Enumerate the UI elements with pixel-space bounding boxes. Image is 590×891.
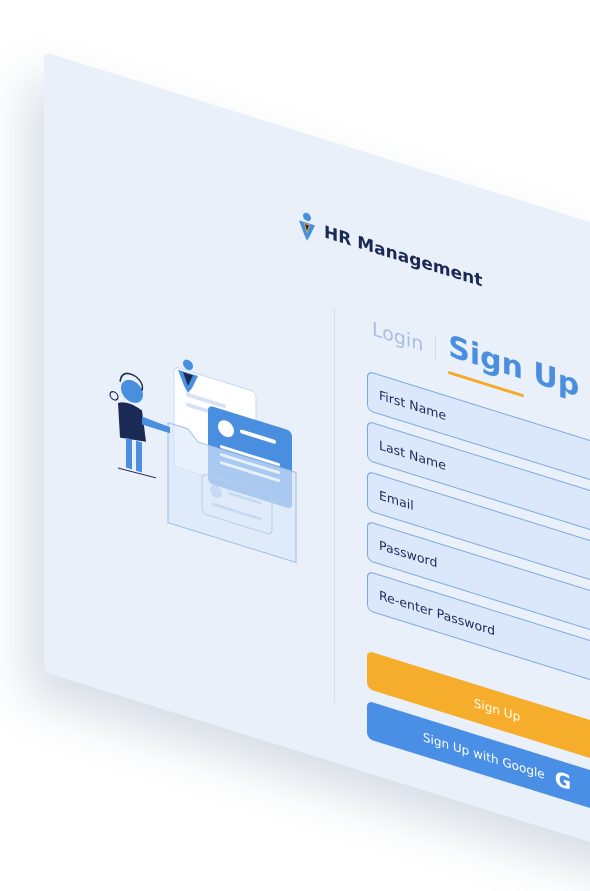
signup-card: HR Management Login Sign Up First Name L… <box>44 52 590 866</box>
tab-login[interactable]: Login <box>372 316 437 363</box>
vertical-divider <box>334 307 335 703</box>
hr-folder-illustration <box>109 359 297 564</box>
brand-name: HR Management <box>324 222 483 292</box>
hr-logo-icon <box>299 212 315 241</box>
first-name-label: First Name <box>379 386 447 423</box>
person-body <box>118 402 146 442</box>
signup-button-label: Sign Up <box>473 695 521 725</box>
email-label: Email <box>379 486 414 513</box>
google-icon: G <box>554 766 572 796</box>
stage: HR Management Login Sign Up First Name L… <box>0 0 590 891</box>
password-label: Password <box>379 536 438 571</box>
tab-signup[interactable]: Sign Up <box>448 328 579 407</box>
brand-logo: HR Management <box>298 209 482 296</box>
last-name-label: Last Name <box>379 436 446 473</box>
